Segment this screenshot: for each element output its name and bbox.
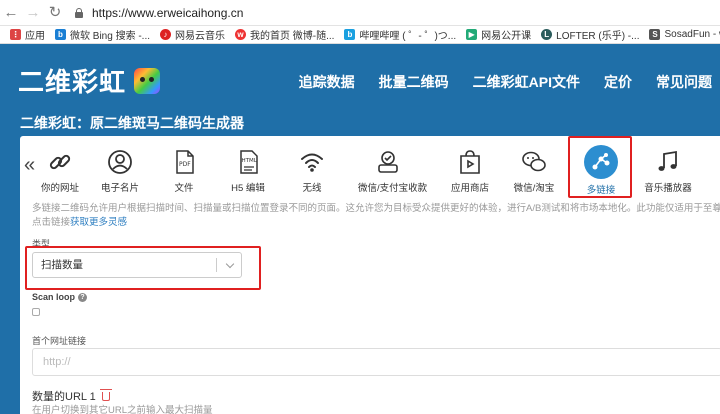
wechat-icon <box>522 151 546 172</box>
type-app-store[interactable]: 应用商店 <box>440 136 500 200</box>
more-inspiration-link[interactable]: 获取更多灵感 <box>70 217 127 228</box>
lofter-icon: L <box>541 29 553 40</box>
sosadfun-icon: S <box>649 29 661 40</box>
type-file[interactable]: PDF 文件 <box>154 136 214 200</box>
rainbow-bear-icon <box>134 67 161 94</box>
type-music-player[interactable]: 音乐播放器 <box>638 136 698 200</box>
scan-loop-checkbox[interactable] <box>32 308 40 316</box>
nav-tracking-data[interactable]: 追踪数据 <box>299 72 355 92</box>
bookmark-weibo[interactable]: w 我的首页 微博-随... <box>235 27 334 42</box>
bookmark-netease-music[interactable]: ♪ 网易云音乐 <box>160 27 225 42</box>
netease-music-icon: ♪ <box>160 29 172 40</box>
reload-icon[interactable]: ↻ <box>44 0 66 26</box>
bookmark-sosadfun[interactable]: SSosadFun - write f... <box>649 29 720 40</box>
highlight-type-select <box>25 246 261 290</box>
highlight-multi-link <box>568 136 632 198</box>
forward-arrow-icon[interactable]: → <box>22 0 44 26</box>
first-url-input[interactable]: http:// <box>32 348 720 376</box>
html-file-icon: HTML <box>240 150 258 174</box>
bilibili-icon: b <box>344 29 356 40</box>
netease-open-course-icon: ▶ <box>466 29 478 40</box>
lock-icon <box>74 7 84 18</box>
type-wifi[interactable]: 无线 <box>282 136 342 200</box>
scan-loop-label: Scan loop? <box>32 292 88 303</box>
site-header: 二维彩虹 追踪数据 批量二维码 二维彩虹API文件 定价 常见问题 <box>0 44 720 116</box>
url-field[interactable]: https://www.erweicaihong.cn <box>74 3 714 23</box>
feature-description: 多链接二维码允许用户根据扫描时间、扫描量或扫描位置登录不同的页面。这允许您为目标… <box>32 203 720 228</box>
apps-grid-icon: ⋮ <box>10 29 21 40</box>
site-logo[interactable]: 二维彩虹 <box>18 62 161 99</box>
bookmark-bing[interactable]: b 微软 Bing 搜索 -... <box>55 27 150 42</box>
bookmark-netease-course[interactable]: ▶ 网易公开课 <box>466 27 531 42</box>
first-url-label: 首个网址链接 <box>32 336 87 346</box>
type-url[interactable]: 你的网址 <box>30 136 90 200</box>
contact-card-icon <box>108 150 132 174</box>
trash-icon[interactable] <box>99 388 112 401</box>
bookmarks-bar: ⋮ 应用 b 微软 Bing 搜索 -... ♪ 网易云音乐 w 我的首页 微博-随..… <box>0 26 720 44</box>
generator-panel: « 你的网址 电子名片 PDF 文件 HTML H5 编辑 无线 微信/支付宝收… <box>20 136 720 414</box>
nav-api-docs[interactable]: 二维彩虹API文件 <box>473 72 580 92</box>
url-text: https://www.erweicaihong.cn <box>92 5 244 20</box>
svg-text:HTML: HTML <box>242 158 258 164</box>
nav-batch-qrcode[interactable]: 批量二维码 <box>379 72 449 92</box>
pdf-file-icon: PDF <box>176 150 194 174</box>
browser-address-bar: ← → ↻ https://www.erweicaihong.cn <box>0 0 720 26</box>
music-note-icon <box>658 150 677 171</box>
url1-hint: 在用户切换到其它URL之前输入最大扫描量 <box>32 405 213 414</box>
help-icon[interactable]: ? <box>78 293 88 303</box>
bookmark-bilibili[interactable]: b 哔哩哔哩 ( ゜- ゜)つ... <box>344 27 456 42</box>
bing-icon: b <box>55 29 66 40</box>
nav-faq[interactable]: 常见问题 <box>656 72 712 92</box>
top-nav: 追踪数据 批量二维码 二维彩虹API文件 定价 常见问题 <box>299 72 720 92</box>
payment-icon <box>378 151 398 173</box>
back-arrow-icon[interactable]: ← <box>0 0 22 26</box>
bookmark-lofter[interactable]: L LOFTER (乐乎) -... <box>541 27 639 42</box>
svg-text:PDF: PDF <box>179 161 191 168</box>
type-payment[interactable]: 微信/支付宝收款 <box>358 136 427 200</box>
weibo-icon: w <box>235 29 247 40</box>
bookmark-apps[interactable]: ⋮ 应用 <box>10 27 45 42</box>
type-wechat-taobao[interactable]: 微信/淘宝 <box>504 136 564 200</box>
link-icon <box>49 154 71 170</box>
app-store-icon <box>460 150 480 174</box>
wifi-icon <box>301 153 323 172</box>
nav-pricing[interactable]: 定价 <box>604 72 632 92</box>
type-h5[interactable]: HTML H5 编辑 <box>218 136 278 200</box>
page-title: 二维彩虹：原二维斑马二维码生成器 <box>20 115 244 131</box>
type-vcard[interactable]: 电子名片 <box>90 136 150 200</box>
